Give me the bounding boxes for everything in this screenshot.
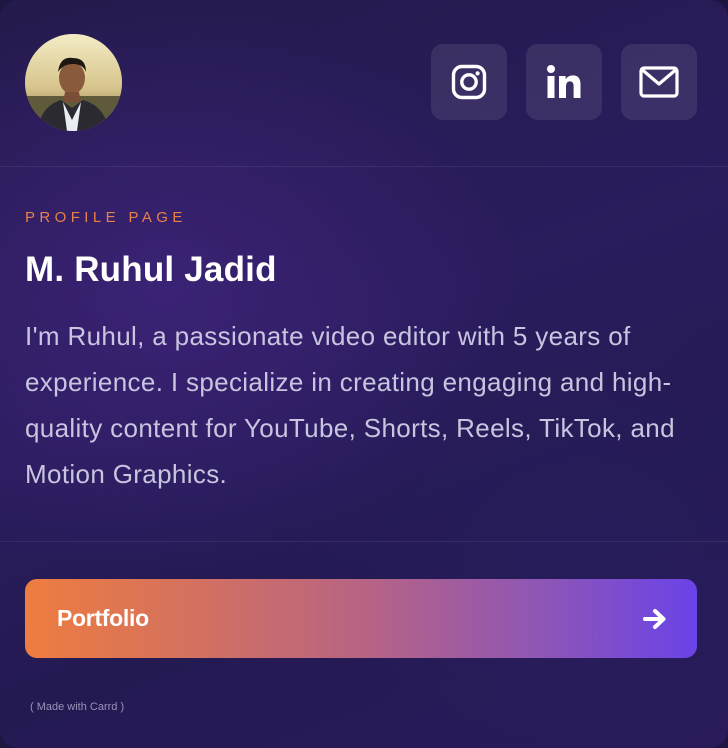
profile-name: M. Ruhul Jadid [25, 250, 277, 289]
avatar [25, 34, 122, 131]
linkedin-button[interactable] [526, 44, 602, 120]
header-section [0, 0, 728, 167]
footer-section: Portfolio ( Made with Carrd ) [0, 542, 728, 713]
linkedin-icon [547, 65, 581, 98]
portfolio-button-label: Portfolio [57, 605, 149, 631]
instagram-icon [451, 64, 487, 100]
profile-bio: I'm Ruhul, a passionate video editor wit… [25, 321, 675, 489]
eyebrow-label: PROFILE PAGE [25, 209, 187, 226]
profile-card: PROFILE PAGE M. Ruhul Jadid I'm Ruhul, a… [0, 0, 728, 748]
profile-info: PROFILE PAGE M. Ruhul Jadid I'm Ruhul, a… [0, 167, 728, 542]
social-links [431, 44, 697, 120]
arrow-right-icon [643, 608, 666, 629]
portfolio-button[interactable]: Portfolio [25, 579, 697, 658]
email-button[interactable] [621, 44, 697, 120]
instagram-button[interactable] [431, 44, 507, 120]
made-with-carrd-link[interactable]: ( Made with Carrd ) [30, 701, 697, 713]
mail-icon [639, 66, 679, 98]
avatar-photo [25, 34, 122, 131]
